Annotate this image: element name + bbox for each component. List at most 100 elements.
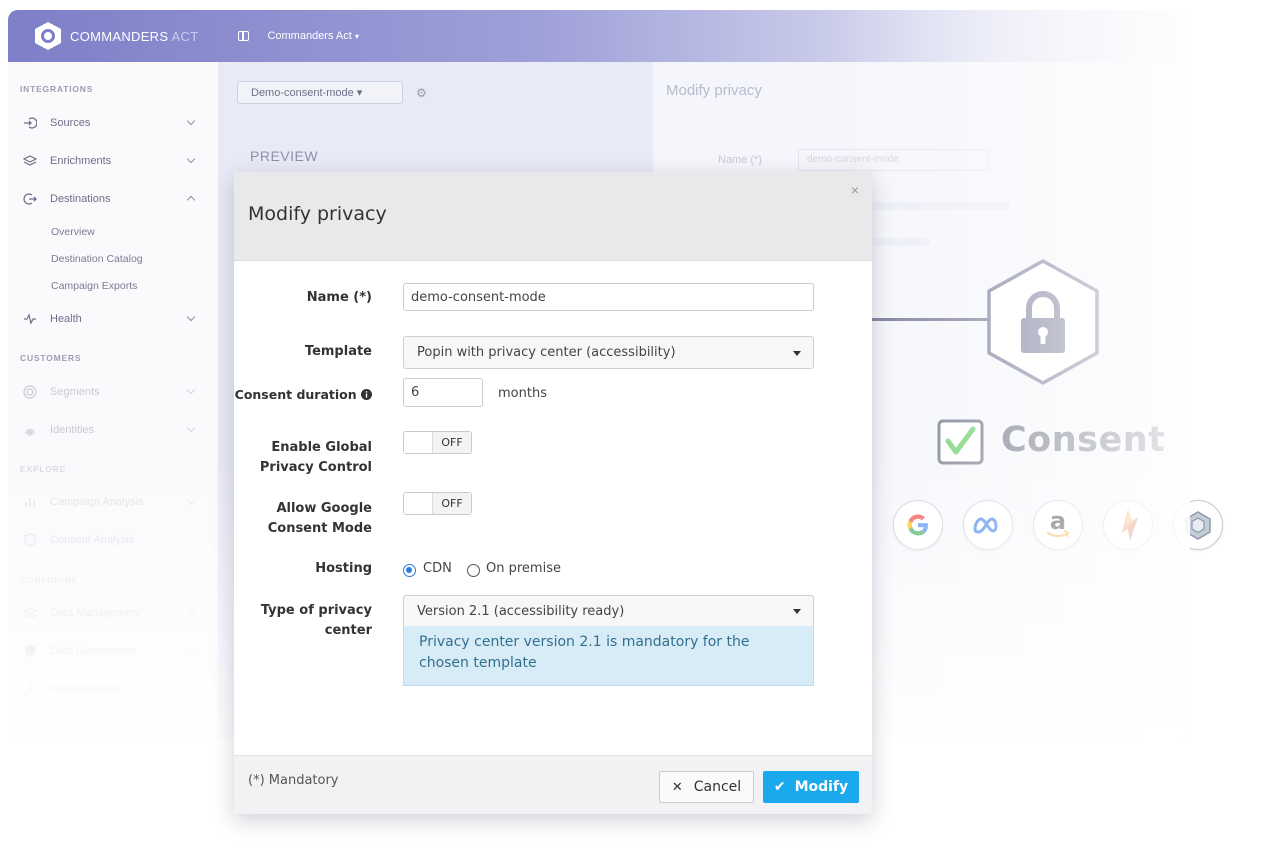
- caret-down-icon: [793, 609, 801, 614]
- sidebar-item-data-management[interactable]: Data Management: [22, 603, 202, 623]
- duration-unit: months: [498, 386, 547, 401]
- bar-chart-icon: [22, 494, 38, 510]
- right-panel-name-field: demo-consent-mode: [798, 149, 988, 171]
- account-selector[interactable]: Commanders Act ▾: [267, 30, 358, 42]
- gcm-label: Allow Google Consent Mode: [238, 499, 372, 538]
- consent-duration-label: Consent duration: [234, 385, 372, 405]
- sidebar-subitem-campaign-exports[interactable]: Campaign Exports: [51, 280, 137, 292]
- gpc-label-line: Enable Global: [271, 440, 372, 455]
- sidebar-item-label: Campaign Analysis: [50, 496, 144, 508]
- privacy-type-label: Type of privacy center: [238, 601, 372, 640]
- hosting-label: Hosting: [315, 561, 372, 576]
- consent-duration-text: Consent duration: [234, 387, 357, 402]
- brand-name: COMMANDERS ACT: [70, 29, 198, 44]
- cancel-button[interactable]: ✕ Cancel: [659, 771, 754, 803]
- cancel-button-label: Cancel: [693, 779, 742, 795]
- chevron-down-icon: [186, 644, 196, 654]
- sidebar-item-data-governance[interactable]: Data Governance: [22, 641, 202, 661]
- top-bar: COMMANDERS ACT Commanders Act ▾: [8, 10, 1190, 62]
- privacy-type-label-line: Type of privacy: [260, 603, 372, 618]
- chevron-down-icon: [186, 312, 196, 322]
- consent-duration-input[interactable]: 6: [403, 378, 483, 407]
- privacy-type-select[interactable]: Version 2.1 (accessibility ready): [403, 595, 814, 627]
- close-icon: ✕: [671, 779, 683, 795]
- sidebar-item-label: Data Management: [50, 607, 141, 619]
- template-label: Template: [304, 344, 372, 359]
- connector-line: [872, 318, 990, 321]
- caret-down-icon: [793, 351, 801, 356]
- consent-label: Consent: [1001, 420, 1166, 460]
- consent-checkbox-icon: [937, 419, 984, 465]
- svg-text:a: a: [1050, 509, 1066, 535]
- preview-heading: PREVIEW: [250, 148, 319, 164]
- privacy-type-select-value: Version 2.1 (accessibility ready): [417, 603, 625, 619]
- sidebar-item-label: Health: [50, 313, 82, 325]
- hosting-cdn-label[interactable]: CDN: [423, 561, 452, 576]
- sidebar-item-campaign-analysis[interactable]: Campaign Analysis: [22, 492, 202, 512]
- name-label: Name (*): [306, 290, 372, 305]
- gcm-label-line: Consent Mode: [267, 520, 372, 536]
- hosting-on-premise-label[interactable]: On premise: [486, 561, 561, 576]
- gpc-toggle[interactable]: OFF: [403, 431, 472, 454]
- chevron-down-icon: [186, 682, 196, 692]
- sidebar-item-sources[interactable]: Sources: [22, 113, 202, 133]
- top-nav: Commanders Act ▾: [238, 30, 359, 42]
- close-icon[interactable]: ×: [851, 182, 859, 198]
- sidebar-item-destinations[interactable]: Destinations: [22, 189, 202, 209]
- template-select[interactable]: Popin with privacy center (accessibility…: [403, 336, 814, 369]
- chevron-down-icon: [186, 495, 196, 505]
- wrench-icon: [22, 681, 38, 697]
- account-label: Commanders Act: [267, 30, 352, 42]
- chevron-down-icon: [186, 385, 196, 395]
- modal-header: Modify privacy ×: [234, 172, 872, 261]
- hosting-on-premise-radio[interactable]: [467, 564, 480, 577]
- placeholder-line: [870, 202, 1010, 210]
- sidebar-subitem-destination-catalog[interactable]: Destination Catalog: [51, 253, 143, 265]
- sidebar: INTEGRATIONS Sources Enrichments Destina…: [8, 62, 218, 740]
- caret-down-icon: ▾: [354, 32, 359, 41]
- shield-check-icon: [22, 532, 38, 548]
- section-integrations: INTEGRATIONS: [20, 84, 94, 94]
- sidebar-item-enrichments[interactable]: Enrichments: [22, 151, 202, 171]
- modify-privacy-modal: Modify privacy × Name (*) demo-consent-m…: [234, 172, 872, 814]
- check-icon: ✔: [773, 779, 786, 795]
- section-explore: EXPLORE: [20, 464, 67, 474]
- hosting-cdn-radio[interactable]: [403, 564, 416, 577]
- sidebar-toggle-icon[interactable]: [238, 31, 250, 41]
- info-icon[interactable]: [361, 389, 372, 400]
- site-dropdown[interactable]: Demo-consent-mode ▾: [237, 81, 403, 104]
- right-panel-name-label: Name (*): [718, 154, 763, 166]
- chevron-up-icon: [186, 195, 196, 205]
- placeholder-line: [870, 238, 930, 246]
- google-icon: [893, 500, 943, 550]
- gear-icon[interactable]: ⚙: [416, 86, 427, 100]
- toggle-state: OFF: [433, 432, 471, 453]
- privacy-type-label-line: center: [324, 622, 372, 638]
- toggle-knob: [404, 493, 433, 514]
- sidebar-item-label: Data Governance: [50, 645, 137, 657]
- sidebar-item-administration[interactable]: Administration: [22, 679, 202, 699]
- sidebar-item-segments[interactable]: Segments: [22, 382, 202, 402]
- mandatory-note: (*) Mandatory: [248, 773, 339, 788]
- brand-logo[interactable]: COMMANDERS ACT: [34, 21, 198, 51]
- sidebar-item-label: Administration: [50, 683, 120, 695]
- sidebar-item-health[interactable]: Health: [22, 309, 202, 329]
- chevron-down-icon: [186, 154, 196, 164]
- sidebar-item-identities[interactable]: Identities: [22, 420, 202, 440]
- sidebar-item-label: Sources: [50, 117, 91, 129]
- meta-icon: [963, 500, 1013, 550]
- gcm-toggle[interactable]: OFF: [403, 492, 472, 515]
- section-customers: CUSTOMERS: [20, 353, 82, 363]
- chevron-down-icon: [186, 423, 196, 433]
- sidebar-subitem-overview[interactable]: Overview: [51, 226, 95, 238]
- name-input[interactable]: demo-consent-mode: [403, 283, 814, 311]
- sidebar-item-consent-analysis[interactable]: Consent Analysis: [22, 530, 202, 550]
- privacy-info-message: Privacy center version 2.1 is mandatory …: [403, 626, 814, 686]
- modify-button[interactable]: ✔ Modify: [763, 771, 859, 803]
- brand-sub: ACT: [171, 28, 199, 44]
- modify-button-label: Modify: [794, 779, 849, 795]
- amazon-icon: a: [1033, 500, 1083, 550]
- sources-icon: [22, 115, 38, 131]
- sidebar-item-label: Identities: [50, 424, 95, 436]
- template-select-value: Popin with privacy center (accessibility…: [417, 345, 676, 360]
